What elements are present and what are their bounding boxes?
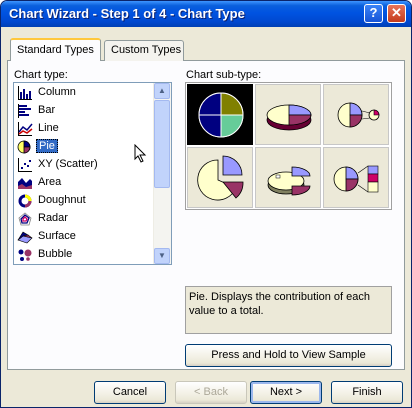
cancel-button[interactable]: Cancel: [94, 381, 166, 404]
list-item-label: Area: [38, 176, 62, 188]
chart-subtype-label: Chart sub-type:: [186, 69, 262, 81]
list-item-label: Surface: [38, 230, 76, 242]
cancel-label: Cancel: [112, 386, 148, 398]
list-item-label: XY (Scatter): [38, 158, 98, 170]
next-label: Next >: [269, 386, 303, 398]
view-sample-button[interactable]: Press and Hold to View Sample: [185, 344, 392, 367]
mouse-cursor-icon: [134, 144, 147, 163]
pie-chart-icon: [17, 140, 31, 154]
column-chart-icon: [18, 86, 32, 100]
chart-description: Pie. Displays the contribution of each v…: [185, 286, 392, 334]
area-chart-icon: [18, 178, 32, 189]
list-item-label: Column: [38, 86, 76, 98]
list-item-label: Doughnut: [38, 194, 86, 206]
list-item-label: Line: [38, 122, 59, 134]
subtype-pie[interactable]: [187, 84, 253, 145]
line-chart-icon: [18, 122, 33, 136]
scroll-down-button[interactable]: ▼: [154, 248, 170, 264]
scroll-thumb[interactable]: [154, 100, 170, 188]
next-button[interactable]: Next >: [250, 381, 322, 404]
list-item-doughnut[interactable]: Doughnut: [14, 192, 155, 210]
list-item-bubble[interactable]: Bubble: [14, 246, 155, 264]
pie-of-pie-subtype-icon: [337, 102, 380, 128]
back-button[interactable]: < Back: [175, 381, 247, 404]
chart-subtype-grid: [185, 82, 392, 210]
chart-wizard-dialog: Chart Wizard - Step 1 of 4 - Chart Type …: [0, 0, 412, 408]
close-button[interactable]: ✕: [387, 4, 406, 23]
subtype-pie-of-pie[interactable]: [323, 84, 389, 145]
bar-of-pie-subtype-icon: [333, 165, 379, 193]
scroll-up-button[interactable]: ▲: [154, 83, 170, 99]
finish-label: Finish: [352, 386, 382, 398]
view-sample-label: Press and Hold to View Sample: [211, 349, 366, 361]
list-item-label: Bar: [38, 104, 56, 116]
title-bar[interactable]: Chart Wizard - Step 1 of 4 - Chart Type …: [1, 1, 411, 27]
list-item-label: Bubble: [38, 248, 73, 260]
help-button[interactable]: ?: [364, 4, 383, 23]
subtype-exploded-3d-pie[interactable]: [255, 147, 321, 208]
tab-custom-types[interactable]: Custom Types: [104, 40, 184, 61]
3d-pie-subtype-icon: [266, 104, 312, 131]
chart-type-label: Chart type:: [14, 69, 68, 81]
list-scrollbar[interactable]: ▲ ▼: [153, 83, 171, 264]
bubble-chart-icon: [18, 249, 32, 261]
back-label: < Back: [194, 386, 228, 398]
finish-button[interactable]: Finish: [331, 381, 403, 404]
list-item-column[interactable]: Column: [14, 84, 155, 102]
subtype-3d-pie[interactable]: [255, 84, 321, 145]
surface-chart-icon: [17, 231, 33, 244]
bar-chart-icon: [18, 104, 31, 118]
subtype-bar-of-pie[interactable]: [323, 147, 389, 208]
radar-chart-icon: [18, 212, 32, 226]
chart-type-list[interactable]: Column Bar Line Pie XY (Scatter) Area Do…: [13, 82, 172, 265]
exploded-pie-subtype-icon: [197, 155, 244, 201]
tab-standard-types[interactable]: Standard Types: [10, 38, 101, 61]
list-item-radar[interactable]: Radar: [14, 210, 155, 228]
list-item-surface[interactable]: Surface: [14, 228, 155, 246]
list-item-label: Radar: [38, 212, 68, 224]
window-title: Chart Wizard - Step 1 of 4 - Chart Type: [9, 6, 245, 21]
list-item-label: Pie: [36, 139, 58, 153]
list-item-area[interactable]: Area: [14, 174, 155, 192]
scatter-chart-icon: [18, 158, 32, 172]
doughnut-chart-icon: [18, 194, 32, 208]
list-item-line[interactable]: Line: [14, 120, 155, 138]
list-item-bar[interactable]: Bar: [14, 102, 155, 120]
exploded-3d-pie-subtype-icon: [267, 166, 311, 196]
subtype-exploded-pie[interactable]: [187, 147, 253, 208]
pie-subtype-icon: [198, 92, 244, 138]
